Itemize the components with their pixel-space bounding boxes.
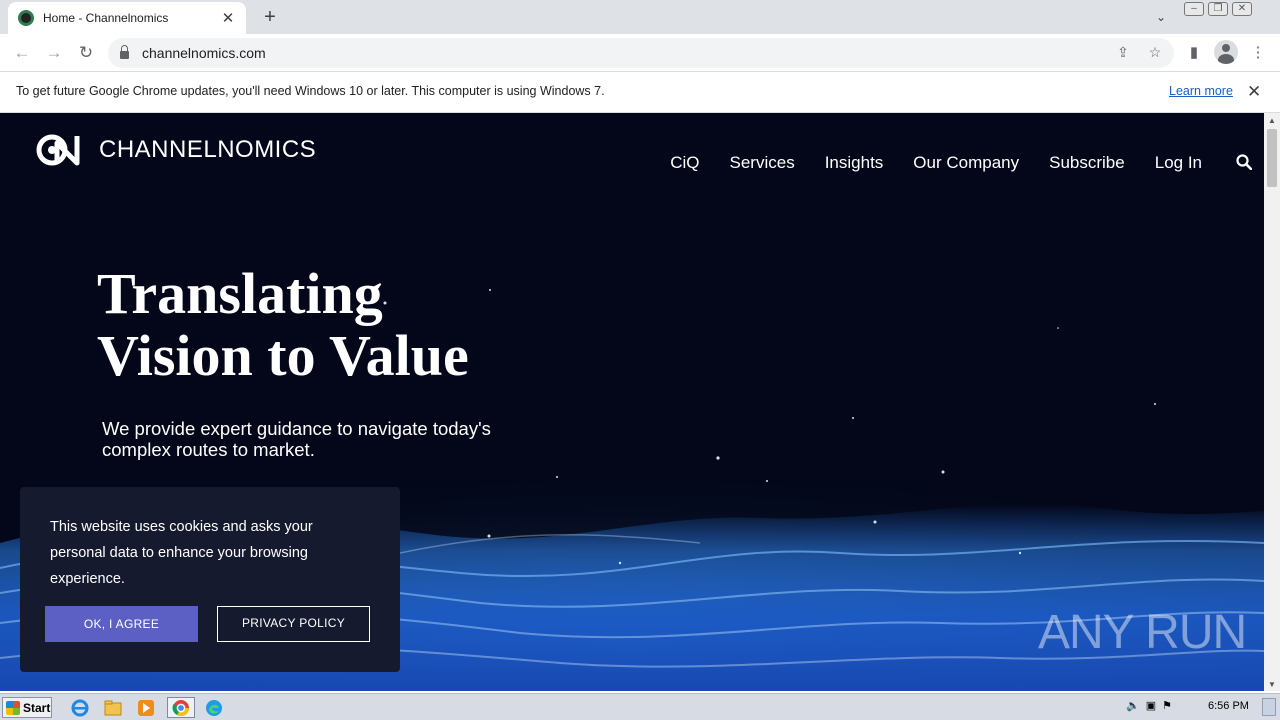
nav-ciq[interactable]: CiQ (670, 153, 699, 173)
side-panel-icon[interactable]: ▮ (1183, 42, 1205, 64)
infobar-close-icon[interactable]: ✕ (1247, 82, 1261, 102)
tab-title: Home - Channelnomics (43, 11, 169, 25)
learn-more-link[interactable]: Learn more (1169, 84, 1233, 98)
start-label: Start (23, 700, 51, 715)
update-infobar: To get future Google Chrome updates, you… (0, 72, 1280, 113)
site-favicon-icon (18, 10, 34, 26)
url-text[interactable]: channelnomics.com (142, 45, 266, 61)
chrome-menu-icon[interactable]: ⋮ (1247, 42, 1269, 64)
file-explorer-icon[interactable] (101, 697, 125, 718)
volume-icon[interactable]: 🔈 (1126, 699, 1140, 712)
start-button[interactable]: Start (2, 697, 52, 718)
profile-avatar-icon[interactable] (1214, 40, 1238, 64)
browser-toolbar: ← → ↻ channelnomics.com ⇪ ☆ ▮ ⋮ (0, 34, 1280, 72)
nav-our-company[interactable]: Our Company (913, 153, 1019, 173)
logo-mark-icon (36, 134, 80, 166)
tab-close-icon[interactable]: ✕ (220, 9, 236, 27)
share-icon[interactable]: ⇪ (1114, 43, 1132, 61)
scroll-up-arrow-icon[interactable]: ▲ (1268, 116, 1276, 125)
main-nav: CiQ Services Insights Our Company Subscr… (670, 153, 1202, 173)
chrome-taskbar-icon[interactable] (167, 697, 195, 718)
address-bar[interactable]: channelnomics.com ⇪ ☆ (108, 38, 1174, 68)
hero-title-line2: Vision to Value (97, 323, 469, 388)
windows-logo-icon (6, 700, 20, 715)
back-arrow-icon[interactable]: ← (10, 41, 34, 65)
browser-tab[interactable]: Home - Channelnomics ✕ (8, 2, 246, 34)
media-player-icon[interactable] (134, 697, 158, 718)
reload-icon[interactable]: ↻ (74, 41, 98, 65)
new-tab-button[interactable]: + (258, 6, 282, 28)
close-window-button[interactable]: ✕ (1232, 2, 1252, 16)
system-tray: 🔈 ▣ ⚑ (1126, 699, 1172, 712)
cookie-banner: This website uses cookies and asks your … (20, 487, 400, 672)
scrollbar-thumb[interactable] (1267, 129, 1277, 187)
infobar-message: To get future Google Chrome updates, you… (16, 84, 605, 98)
logo-text: CHANNELNOMICS (99, 136, 317, 163)
forward-arrow-icon[interactable]: → (42, 41, 66, 65)
window-controls: – ❐ ✕ (1184, 2, 1252, 16)
minimize-button[interactable]: – (1184, 2, 1204, 16)
anyrun-watermark: ANY RUN (1038, 606, 1247, 659)
hero-title: Translating Vision to Value (97, 263, 469, 387)
restore-button[interactable]: ❐ (1208, 2, 1228, 16)
network-icon[interactable]: ▣ (1146, 699, 1156, 712)
lock-icon[interactable] (120, 45, 129, 59)
nav-services[interactable]: Services (730, 153, 795, 173)
action-center-flag-icon[interactable]: ⚑ (1162, 699, 1172, 712)
show-desktop-button[interactable] (1262, 698, 1276, 716)
tab-strip: Home - Channelnomics ✕ + ⌄ – ❐ ✕ (0, 0, 1280, 34)
taskbar-clock[interactable]: 6:56 PM (1208, 700, 1249, 712)
search-icon[interactable] (1236, 154, 1252, 170)
channelnomics-logo[interactable]: CHANNELNOMICS (35, 133, 316, 167)
privacy-policy-button[interactable]: PRIVACY POLICY (217, 606, 370, 642)
internet-explorer-icon[interactable] (68, 697, 92, 718)
agree-button[interactable]: OK, I AGREE (45, 606, 198, 642)
nav-log-in[interactable]: Log In (1155, 153, 1202, 173)
web-page: CHANNELNOMICS CiQ Services Insights Our … (0, 113, 1264, 691)
scroll-down-arrow-icon[interactable]: ▼ (1268, 680, 1276, 689)
tab-search-chevron-icon[interactable]: ⌄ (1152, 8, 1170, 26)
nav-insights[interactable]: Insights (825, 153, 884, 173)
cookie-message: This website uses cookies and asks your … (50, 519, 313, 587)
edge-icon[interactable] (202, 697, 226, 718)
windows-taskbar: Start 🔈 ▣ ⚑ 6:56 PM (0, 693, 1280, 720)
hero-subtitle: We provide expert guidance to navigate t… (102, 418, 491, 460)
hero-title-line1: Translating (97, 261, 383, 326)
bookmark-star-icon[interactable]: ☆ (1146, 43, 1164, 61)
page-scrollbar[interactable]: ▲ ▼ (1264, 113, 1280, 691)
nav-subscribe[interactable]: Subscribe (1049, 153, 1125, 173)
